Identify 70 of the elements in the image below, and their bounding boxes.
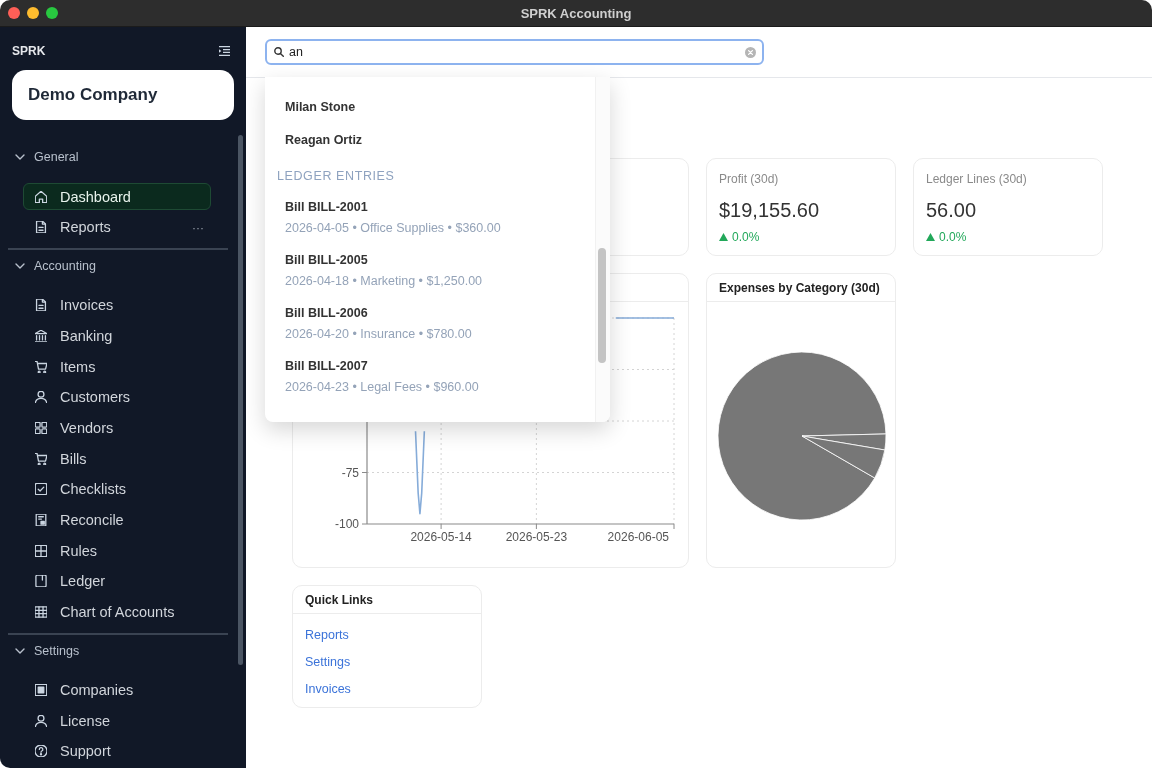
group-header[interactable]: Accounting [0, 250, 150, 281]
nav-item[interactable]: Ledger [23, 567, 211, 595]
tick-label: -75 [341, 465, 359, 480]
nav-item[interactable]: Bills [23, 445, 211, 473]
window-minimize-button[interactable] [27, 7, 39, 19]
window-title: SPRK Accounting [520, 5, 632, 21]
tick-label: 2026-05-23 [505, 530, 568, 544]
stat-label: Profit (30d) [719, 171, 780, 187]
search-result[interactable]: Milan Stone [265, 90, 595, 123]
grid-icon [35, 544, 47, 557]
search-field[interactable]: an [265, 39, 764, 65]
stat-value: $19,155.60 [719, 198, 821, 222]
squares-icon [35, 421, 47, 434]
card-title: Expenses by Category (30d) [719, 280, 880, 295]
bank-icon [35, 329, 47, 342]
quick-link[interactable]: Invoices [305, 675, 351, 702]
menu-icon[interactable] [219, 46, 230, 56]
search-result[interactable]: Bill BILL-2006 2026-04-20 • Insurance • $780.00 [265, 297, 595, 350]
tick-label: 2026-05-14 [410, 530, 472, 544]
group-header[interactable]: Settings [0, 635, 150, 666]
search-result[interactable]: Bill BILL-2001 2026-04-05 • Office Supplies • $360.00 [265, 191, 595, 244]
nav-item[interactable]: Checklists [23, 475, 211, 503]
table-icon [35, 606, 47, 619]
stat-change: 0.0% [939, 229, 967, 245]
scrollbar[interactable] [598, 248, 606, 363]
search-result[interactable]: Bill BILL-2007 2026-04-23 • Legal Fees • $960.00 [265, 350, 595, 403]
house-icon [35, 190, 47, 203]
stat-value: 56.00 [926, 198, 978, 222]
search-result[interactable]: Bill BILL-2005 2026-04-18 • Marketing • $1,250.00 [265, 244, 595, 297]
nav-item[interactable]: Reconcile [23, 506, 211, 534]
person-icon [35, 714, 47, 727]
company-selector[interactable]: Demo Company [12, 70, 234, 120]
nav-item[interactable]: Customers [23, 383, 211, 411]
tick-label: -100 [334, 517, 359, 531]
tick-label: 2026-06-05 [607, 530, 669, 544]
help-icon [35, 745, 47, 758]
section-heading: LEDGER ENTRIES [276, 168, 396, 185]
nav-item[interactable]: Banking [23, 322, 211, 350]
document-icon [35, 221, 47, 234]
nav-item[interactable]: Items [23, 353, 211, 381]
form-icon [35, 514, 47, 526]
window-close-button[interactable] [8, 7, 20, 19]
quick-link[interactable]: Settings [305, 648, 351, 675]
cart-icon [35, 360, 47, 373]
notebook-icon [35, 575, 47, 588]
stat-change: 0.0% [732, 229, 760, 245]
nav-item[interactable]: Rules [23, 537, 211, 565]
document-icon [35, 299, 47, 312]
scrollbar[interactable] [238, 135, 243, 665]
checkbox-icon [35, 483, 47, 496]
search-icon [274, 47, 284, 57]
nav-item[interactable]: Dashboard [23, 183, 211, 210]
quick-link[interactable]: Reports [305, 621, 349, 648]
nav-item[interactable]: Chart of Accounts [23, 598, 211, 626]
card-title: Quick Links [305, 592, 374, 607]
more-button[interactable]: ··· [190, 218, 206, 237]
person-icon [35, 391, 47, 404]
nav-item[interactable]: Reports ··· [23, 213, 211, 241]
nav-item[interactable]: Support [23, 737, 211, 765]
stat-label: Ledger Lines (30d) [926, 171, 1028, 187]
nav-item[interactable]: License [23, 707, 211, 735]
group-header[interactable]: General [0, 142, 150, 172]
window-zoom-button[interactable] [46, 7, 58, 19]
search-result[interactable]: Reagan Ortiz [265, 123, 595, 156]
nav-item[interactable]: Invoices [23, 291, 211, 319]
brand-name: SPRK [12, 44, 46, 58]
cart-icon [35, 452, 47, 465]
nav-item[interactable]: Vendors [23, 414, 211, 442]
nav-item[interactable]: Companies [23, 676, 211, 704]
square-icon [35, 684, 47, 697]
